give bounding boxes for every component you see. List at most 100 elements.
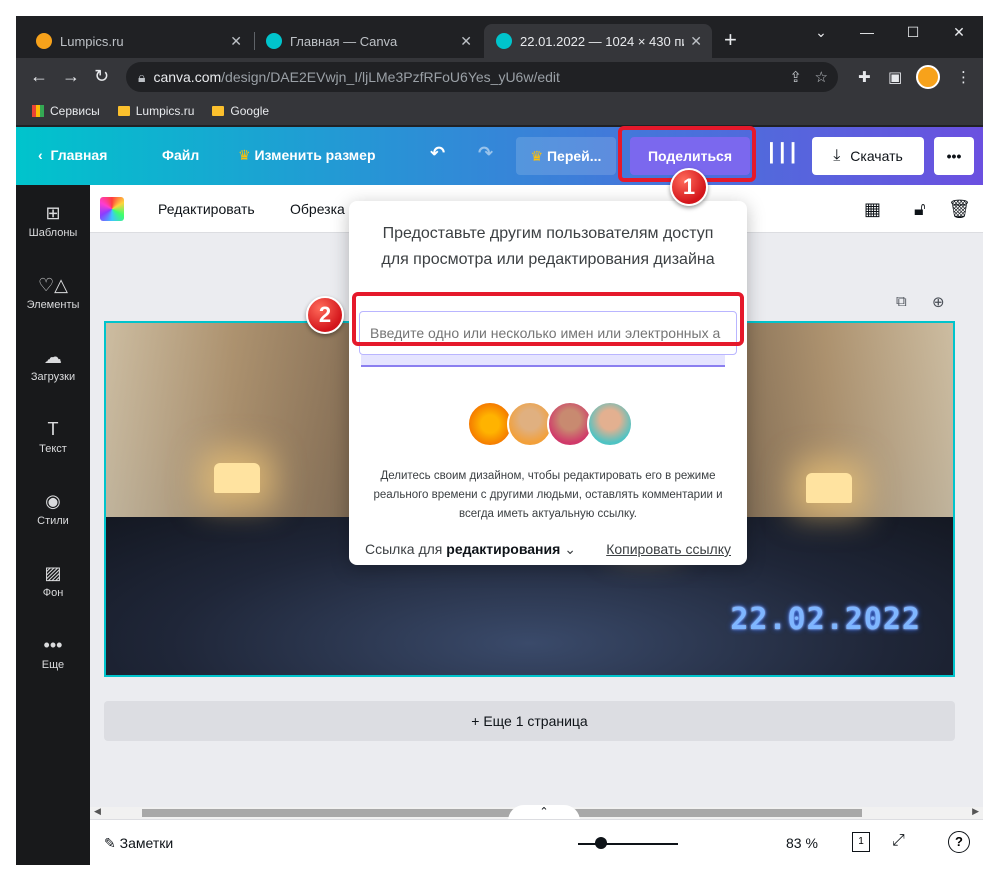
input-suggestion-bar [361, 355, 725, 367]
tab-strip: Lumpics.ru ✕ Главная — Canva ✕ 22.01.202… [16, 16, 983, 58]
step-badge-2: 2 [306, 296, 344, 334]
avatar [587, 401, 633, 447]
bookmark-services[interactable]: Сервисы [32, 104, 100, 118]
trash-icon[interactable]: 🗑︎ [948, 199, 971, 220]
duplicate-page-icon[interactable]: ⧉ [896, 293, 907, 310]
upgrade-button[interactable]: ♛ Перей... [516, 137, 616, 175]
reload-icon[interactable]: ↻ [94, 66, 109, 87]
close-window-button[interactable]: ✕ [936, 24, 982, 41]
lock-icon: 🔒︎ [138, 68, 146, 85]
url-path: /design/DAE2EVwjn_I/ljLMe3PzfRFoU6Yes_yU… [221, 69, 560, 85]
sidebar-label: Текст [39, 443, 67, 455]
maximize-button[interactable]: ☐ [890, 24, 936, 41]
bookmark-google[interactable]: Google [212, 104, 269, 118]
fullscreen-icon[interactable]: ⤢ [892, 832, 905, 850]
close-tab-icon[interactable]: ✕ [690, 33, 702, 50]
sidebar-item-uploads[interactable]: ☁ Загрузки [16, 347, 90, 383]
sidebar-item-styles[interactable]: ◉ Стили [16, 491, 90, 527]
transparency-icon[interactable]: ▦ [864, 199, 881, 220]
more-dots-icon: ••• [43, 635, 63, 655]
home-label: Главная [50, 147, 108, 163]
share-popup: Предоставьте другим пользователям доступ… [349, 201, 747, 565]
tab-canva-home[interactable]: Главная — Canva ✕ [254, 24, 482, 58]
sidebar-item-more[interactable]: ••• Еще [16, 635, 90, 671]
file-menu[interactable]: Файл [162, 147, 199, 163]
address-bar[interactable]: 🔒︎ canva.com/design/DAE2EVwjn_I/ljLMe3Pz… [126, 62, 838, 92]
back-arrow-icon[interactable]: ← [30, 66, 48, 87]
sidebar-label: Еще [41, 659, 65, 671]
add-page-icon[interactable]: ⊕ [932, 293, 945, 311]
profile-avatar[interactable] [916, 65, 940, 89]
more-options-button[interactable]: ••• [934, 137, 974, 175]
download-button[interactable]: ⤓ Скачать [812, 137, 924, 175]
extensions-puzzle-icon[interactable]: ✚ [858, 68, 871, 86]
elements-icon: ♡△ [38, 275, 68, 295]
canvas-date-text[interactable]: 22.02.2022 [730, 602, 921, 637]
sidebar-item-background[interactable]: ▨ Фон [16, 563, 90, 599]
crown-icon: ♛ [530, 147, 547, 164]
link-permission-dropdown[interactable]: Ссылка для редактирования ⌄ [365, 541, 576, 557]
home-link[interactable]: ‹ Главная [38, 147, 107, 163]
close-tab-icon[interactable]: ✕ [460, 33, 472, 50]
bottom-bar: ✎ Заметки 83 % 1 ⤢ ? [90, 819, 983, 865]
bookmark-label: Google [230, 103, 270, 118]
forward-arrow-icon[interactable]: → [62, 66, 80, 87]
browser-menu-icon[interactable]: ⋮ [956, 68, 971, 86]
canva-favicon-icon [266, 33, 282, 49]
upgrade-label: Перей... [546, 148, 602, 164]
bookmark-label: Сервисы [50, 103, 100, 118]
help-icon[interactable]: ? [948, 831, 970, 853]
close-tab-icon[interactable]: ✕ [230, 33, 242, 50]
minimize-button[interactable]: — [844, 24, 890, 40]
zoom-level[interactable]: 83 % [786, 835, 818, 851]
resize-button[interactable]: ♛ Изменить размер [238, 147, 376, 164]
color-swatch[interactable] [100, 197, 124, 221]
lumpics-favicon-icon [36, 33, 52, 49]
notes-button[interactable]: ✎ Заметки [104, 835, 173, 852]
crop-button[interactable]: Обрезка [290, 201, 345, 217]
sidebar-item-templates[interactable]: ⊞ Шаблоны [16, 203, 90, 239]
insights-chart-icon[interactable]: ┃┃┃ [766, 143, 799, 164]
side-panel-icon[interactable]: ▣ [888, 68, 902, 86]
scroll-right-icon[interactable]: ▶ [972, 806, 979, 817]
tab-lumpics[interactable]: Lumpics.ru ✕ [24, 24, 252, 58]
bookmark-star-icon[interactable]: ☆ [815, 68, 828, 86]
download-label: Скачать [850, 148, 903, 164]
sidebar-item-elements[interactable]: ♡△ Элементы [16, 275, 90, 311]
sidebar-label: Стили [37, 515, 69, 527]
page-count-icon[interactable]: 1 [852, 832, 870, 852]
notes-label: Заметки [119, 835, 174, 851]
sidebar-item-text[interactable]: T Текст [16, 419, 90, 455]
download-icon: ⤓ [833, 147, 841, 164]
browser-toolbar: ← → ↻ 🔒︎ canva.com/design/DAE2EVwjn_I/lj… [16, 58, 983, 96]
new-tab-button[interactable]: + [724, 29, 737, 51]
tab-search-icon[interactable]: ⌄ [798, 24, 844, 41]
copy-link-button[interactable]: Копировать ссылку [606, 541, 731, 557]
share-page-icon[interactable]: ⇪ [789, 68, 802, 86]
folder-icon [212, 105, 225, 116]
tab-canva-design[interactable]: 22.01.2022 — 1024 × 430 пикс ✕ [484, 24, 712, 58]
redo-icon[interactable]: ↷ [478, 143, 493, 164]
notes-icon: ✎ [104, 835, 120, 851]
add-page-button[interactable]: + Еще 1 страница [104, 701, 955, 741]
scrollbar-thumb[interactable] [142, 809, 862, 817]
bookmarks-bar: Сервисы Lumpics.ru Google [16, 96, 983, 126]
link-row: Ссылка для редактирования ⌄ Копировать с… [365, 541, 731, 558]
edit-image-button[interactable]: Редактировать [158, 201, 255, 217]
tab-title: Главная — Canva [290, 33, 398, 49]
link-mode: редактирования [446, 541, 561, 557]
folder-icon [117, 105, 130, 116]
canva-favicon-icon [496, 33, 512, 49]
tab-title: Lumpics.ru [60, 33, 124, 49]
bookmark-lumpics[interactable]: Lumpics.ru [117, 104, 194, 118]
sidebar-label: Загрузки [30, 371, 76, 383]
zoom-slider[interactable] [578, 843, 678, 845]
chevron-down-icon: ⌄ [564, 541, 576, 557]
highlight-email-field [352, 292, 744, 346]
sidebar-label: Элементы [26, 299, 80, 311]
lock-icon[interactable]: 🔓︎ [914, 199, 926, 220]
zoom-slider-handle[interactable] [595, 837, 607, 849]
undo-icon[interactable]: ↶ [430, 143, 445, 164]
link-prefix: Ссылка для [365, 541, 443, 557]
scroll-left-icon[interactable]: ◀ [94, 806, 101, 817]
